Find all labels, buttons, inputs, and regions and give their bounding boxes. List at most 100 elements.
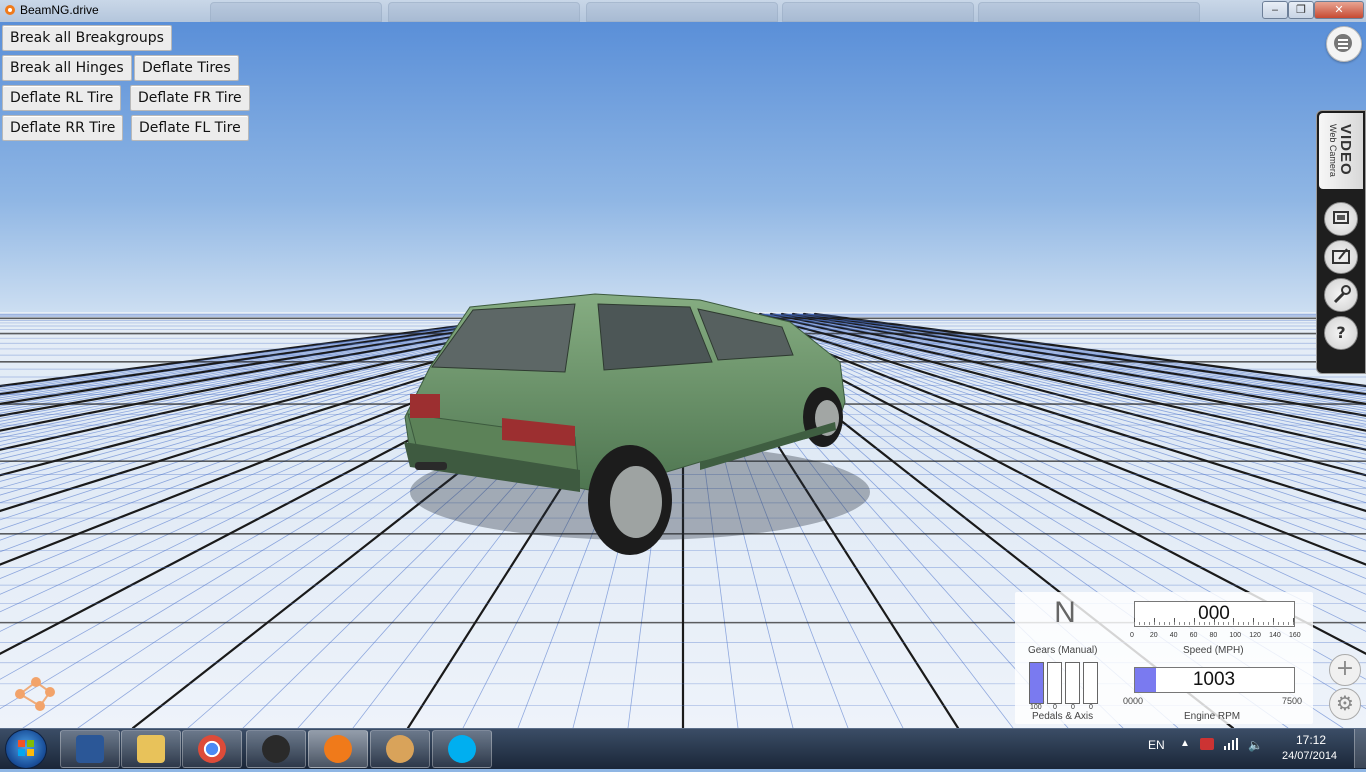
windows-logo-icon xyxy=(18,740,34,756)
add-button[interactable]: + xyxy=(1329,654,1361,686)
break-all-breakgroups-button[interactable]: Break all Breakgroups xyxy=(2,25,172,51)
network-icon[interactable] xyxy=(1224,738,1238,750)
minimize-button[interactable]: ‒ xyxy=(1262,1,1288,19)
speed-minor-tick xyxy=(1188,622,1190,625)
rpm-value: 1003 xyxy=(1192,669,1236,690)
presentation-button[interactable] xyxy=(1324,202,1358,236)
beamng-logo xyxy=(15,677,55,711)
window-titlebar[interactable]: BeamNG.drive ‒ ❐ ✕ xyxy=(0,0,1366,23)
speed-minor-tick xyxy=(1223,622,1225,625)
video-subtitle: Web Camera xyxy=(1328,124,1338,177)
help-icon: ? xyxy=(1336,323,1346,342)
speed-label: Speed (MPH) xyxy=(1183,645,1244,656)
taskbar-app[interactable] xyxy=(60,730,120,768)
speed-minor-tick xyxy=(1173,622,1175,625)
taskbar-app-active[interactable] xyxy=(308,730,368,768)
clock-time[interactable]: 17:12 xyxy=(1296,733,1326,747)
wrench-icon xyxy=(1333,285,1351,304)
speed-tick-label: 20 xyxy=(1149,632,1158,639)
speed-minor-tick xyxy=(1273,622,1275,625)
gears-label: Gears (Manual) xyxy=(1028,645,1098,656)
background-tab[interactable] xyxy=(388,2,580,22)
taskbar-app[interactable] xyxy=(432,730,492,768)
pedal-value: 0 xyxy=(1071,704,1075,711)
pedal-value: 100 xyxy=(1030,704,1042,711)
background-tab[interactable] xyxy=(210,2,382,22)
deflate-fr-tire-button[interactable]: Deflate FR Tire xyxy=(130,85,250,111)
speed-minor-tick xyxy=(1143,622,1145,625)
gear-indicator: N xyxy=(1054,596,1076,629)
deflate-fl-tire-button[interactable]: Deflate FL Tire xyxy=(131,115,249,141)
speed-minor-tick xyxy=(1134,622,1135,625)
speed-minor-tick xyxy=(1238,622,1240,625)
window-title: BeamNG.drive xyxy=(20,3,99,17)
language-indicator[interactable]: EN xyxy=(1148,738,1165,752)
settings-button[interactable]: ⚙ xyxy=(1329,688,1361,720)
taskbar-app[interactable] xyxy=(182,730,242,768)
speed-minor-tick xyxy=(1248,622,1250,625)
speed-tick-label: 0 xyxy=(1130,632,1134,639)
speed-minor-tick xyxy=(1263,622,1265,625)
speed-minor-tick xyxy=(1243,622,1245,625)
deflate-tires-button[interactable]: Deflate Tires xyxy=(134,55,239,81)
pedal-bar-throttle xyxy=(1029,662,1044,704)
speed-minor-tick xyxy=(1208,622,1210,625)
taskbar-app[interactable] xyxy=(121,730,181,768)
taskbar-app[interactable] xyxy=(246,730,306,768)
skype-icon xyxy=(448,735,476,763)
speed-tick-label: 40 xyxy=(1169,632,1178,639)
start-button[interactable] xyxy=(5,729,47,769)
speed-minor-tick xyxy=(1228,622,1230,625)
presentation-icon xyxy=(1333,211,1349,224)
speed-minor-tick xyxy=(1198,622,1200,625)
menu-button[interactable] xyxy=(1326,26,1362,62)
speed-minor-tick xyxy=(1178,622,1180,625)
chrome-icon xyxy=(198,735,226,763)
background-tab[interactable] xyxy=(782,2,974,22)
deflate-rr-tire-button[interactable]: Deflate RR Tire xyxy=(2,115,124,141)
speed-minor-tick xyxy=(1283,622,1285,625)
speed-minor-tick xyxy=(1158,622,1160,625)
volume-icon[interactable]: 🔈 xyxy=(1248,738,1263,752)
edit-button[interactable] xyxy=(1324,240,1358,274)
word-icon xyxy=(76,735,104,763)
beamng-app-icon xyxy=(5,5,15,15)
tray-arrow-icon[interactable]: ▲ xyxy=(1180,738,1190,749)
restore-button[interactable]: ❐ xyxy=(1288,1,1314,19)
background-tab[interactable] xyxy=(978,2,1200,22)
speed-minor-tick xyxy=(1138,622,1140,625)
beamng-icon xyxy=(324,735,352,763)
speed-minor-tick xyxy=(1153,622,1155,625)
help-button[interactable]: ? xyxy=(1324,316,1358,350)
close-button[interactable]: ✕ xyxy=(1314,1,1364,19)
speed-minor-tick xyxy=(1163,622,1165,625)
speed-minor-tick xyxy=(1218,622,1220,625)
speed-minor-tick xyxy=(1233,622,1235,625)
rpm-label: Engine RPM xyxy=(1184,711,1241,722)
edit-icon xyxy=(1332,248,1350,264)
speed-minor-tick xyxy=(1253,622,1255,625)
speed-tick-label: 160 xyxy=(1289,632,1301,639)
taskbar-app[interactable] xyxy=(370,730,430,768)
pedal-bar-clutch xyxy=(1065,662,1080,704)
pedal-value: 0 xyxy=(1089,704,1093,711)
background-tab[interactable] xyxy=(586,2,778,22)
speed-tick-label: 120 xyxy=(1249,632,1261,639)
clock-date[interactable]: 24/07/2014 xyxy=(1282,750,1337,762)
speed-minor-tick xyxy=(1168,622,1170,625)
speed-minor-tick xyxy=(1268,622,1270,625)
speed-minor-tick xyxy=(1148,622,1150,625)
speed-minor-tick xyxy=(1193,622,1195,625)
pedal-bar-steering xyxy=(1083,662,1098,704)
tray-icon[interactable] xyxy=(1200,738,1214,750)
speed-minor-tick xyxy=(1278,622,1280,625)
show-desktop-button[interactable] xyxy=(1354,729,1366,768)
video-title: VIDEO xyxy=(1337,124,1354,176)
speed-minor-tick xyxy=(1293,622,1294,625)
speed-minor-tick xyxy=(1288,622,1290,625)
deflate-rl-tire-button[interactable]: Deflate RL Tire xyxy=(2,85,122,111)
pedals-label: Pedals & Axis xyxy=(1032,711,1094,722)
break-all-hinges-button[interactable]: Break all Hinges xyxy=(2,55,132,81)
gear-icon: ⚙ xyxy=(1336,691,1354,715)
wrench-button[interactable] xyxy=(1324,278,1358,312)
